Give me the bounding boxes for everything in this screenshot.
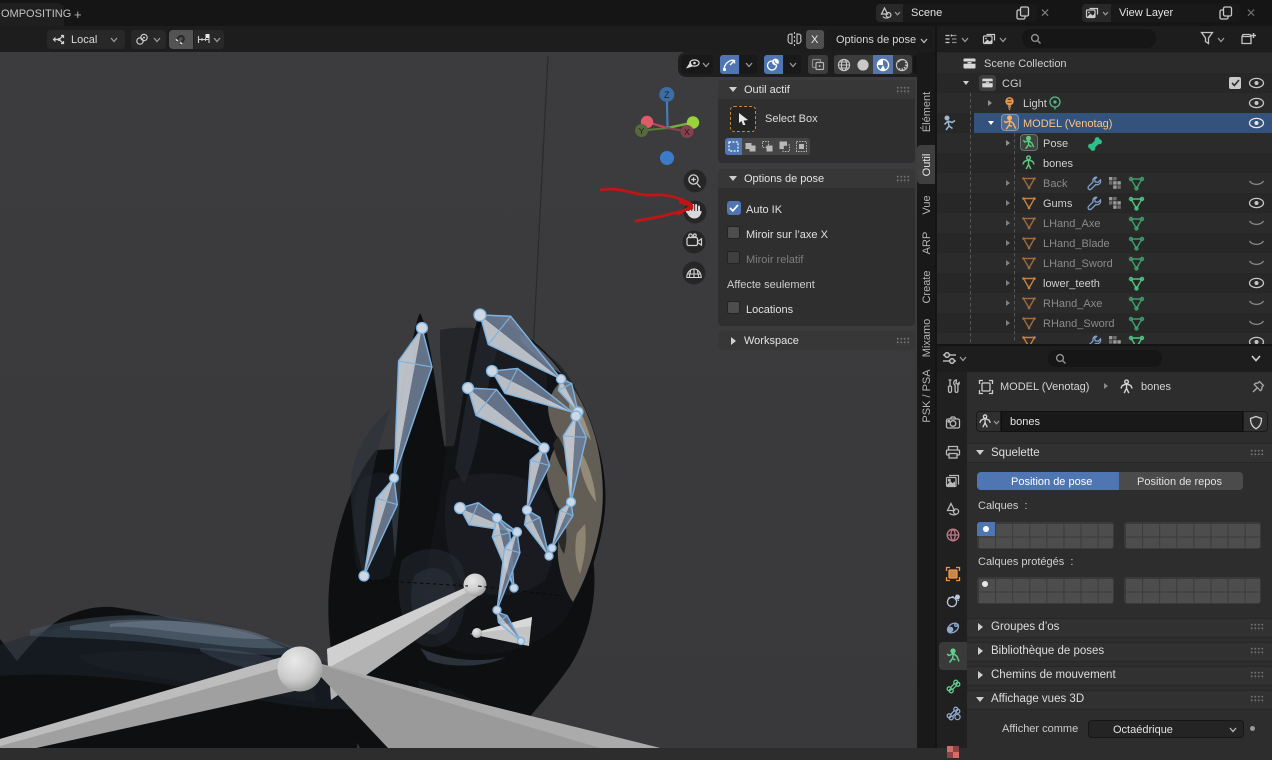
svg-text:X: X: [684, 127, 690, 137]
svg-text:Y: Y: [639, 126, 645, 136]
svg-text:Z: Z: [664, 90, 670, 100]
